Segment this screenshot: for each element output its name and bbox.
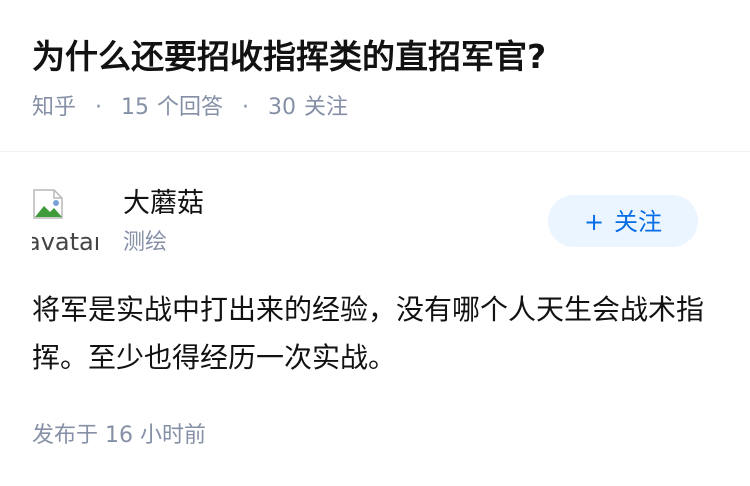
question-meta: 知乎 · 15 个回答 · 30 关注 xyxy=(32,92,348,124)
source-label[interactable]: 知乎 xyxy=(32,95,76,120)
plus-icon: + xyxy=(583,208,605,236)
avatar[interactable]: avatar xyxy=(32,186,98,256)
broken-image-icon xyxy=(33,189,63,219)
question-header: 为什么还要招收指挥类的直招军官? xyxy=(32,34,730,80)
answer-content: 将军是实战中打出来的经验，没有哪个人天生会战术指挥。至少也得经历一次实战。 xyxy=(32,286,712,382)
publish-label: 发布于 xyxy=(32,423,99,448)
answer-text: 将军是实战中打出来的经验，没有哪个人天生会战术指挥。至少也得经历一次实战。 xyxy=(32,293,705,374)
author-headline: 测绘 xyxy=(123,230,168,255)
follow-button-label: 关注 xyxy=(614,208,663,236)
follower-count-label: 关注 xyxy=(304,95,349,120)
divider xyxy=(0,151,750,152)
author-name[interactable]: 大蘑菇 xyxy=(123,186,204,222)
publish-time-value: 16 小时前 xyxy=(105,423,207,448)
answer-count: 15 xyxy=(121,95,150,120)
separator-dot: · xyxy=(95,95,103,120)
answer-page: 为什么还要招收指挥类的直招军官? 知乎 · 15 个回答 · 30 关注 avata… xyxy=(0,0,750,486)
separator-dot: · xyxy=(242,95,250,120)
question-title[interactable]: 为什么还要招收指挥类的直招军官? xyxy=(32,34,730,80)
follow-button[interactable]: + 关注 xyxy=(548,195,698,247)
follower-count: 30 xyxy=(268,95,297,120)
author-info: avatar 大蘑菇 测绘 + 关注 xyxy=(32,186,698,262)
answer-count-label: 个回答 xyxy=(157,95,224,120)
publish-time: 发布于 16 小时前 xyxy=(32,420,206,452)
avatar-alt-text: avatar xyxy=(32,228,98,256)
